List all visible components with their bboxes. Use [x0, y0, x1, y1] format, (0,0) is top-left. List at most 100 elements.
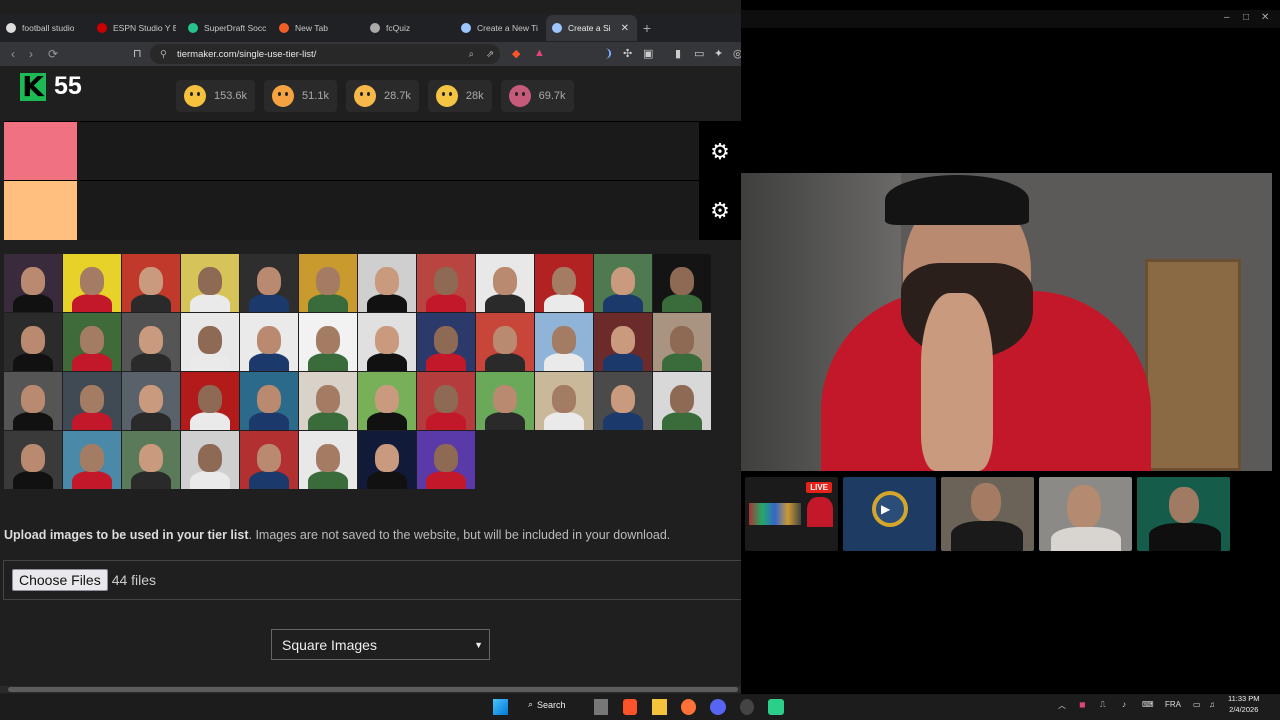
choose-files-button[interactable]: Choose Files: [12, 569, 108, 591]
cam-participant-3[interactable]: [941, 477, 1034, 551]
new-tab-icon[interactable]: +: [637, 20, 657, 36]
tier-image-item[interactable]: [535, 254, 593, 312]
tier-image-item[interactable]: [4, 313, 62, 371]
keyboard-icon[interactable]: ⌨: [1142, 700, 1154, 709]
brave-taskbar-icon[interactable]: [623, 699, 637, 715]
browser-tab[interactable]: fcQuiz: [364, 15, 455, 41]
tray-app-icon[interactable]: ◼: [1079, 700, 1086, 709]
tier-image-item[interactable]: [63, 313, 121, 371]
tier-image-item[interactable]: [594, 254, 652, 312]
horizontal-scrollbar[interactable]: [0, 686, 741, 693]
taskbar-clock[interactable]: 11:33 PM 2/4/2026: [1228, 693, 1260, 715]
file-input[interactable]: Choose Files 44 files: [3, 560, 741, 600]
tier-image-item[interactable]: [240, 254, 298, 312]
browser-tab[interactable]: SuperDraft Socc: [182, 15, 273, 41]
reaction-button[interactable]: 28.7k: [345, 80, 419, 112]
brave-shield-icon[interactable]: ◆: [512, 47, 520, 60]
back-icon[interactable]: ‹: [4, 47, 22, 61]
tier-image-item[interactable]: [63, 254, 121, 312]
tier-image-item[interactable]: [476, 372, 534, 430]
microphone-icon[interactable]: ♪: [1122, 700, 1126, 709]
browser-tab[interactable]: New Tab: [273, 15, 364, 41]
screenshot-icon[interactable]: ▣: [643, 47, 653, 60]
tier-image-item[interactable]: [181, 313, 239, 371]
tier-drop-zone-1[interactable]: [77, 122, 699, 181]
menu-icon[interactable]: ◎: [733, 47, 741, 60]
image-shape-select[interactable]: Square Images ▼: [271, 629, 490, 660]
tier-image-item[interactable]: [181, 372, 239, 430]
tier-label-2[interactable]: [4, 181, 77, 240]
browser-tab[interactable]: Create a Si ✕: [546, 15, 637, 41]
obs-icon[interactable]: [740, 699, 754, 715]
tier-image-item[interactable]: [63, 372, 121, 430]
tier-image-item[interactable]: [181, 254, 239, 312]
taskbar-search[interactable]: ⌕ Search: [528, 699, 566, 710]
tier-image-item[interactable]: [476, 313, 534, 371]
cam-participant-5[interactable]: [1137, 477, 1230, 551]
forward-icon[interactable]: ›: [22, 47, 40, 61]
tier-image-item[interactable]: [4, 372, 62, 430]
tier-image-item[interactable]: [4, 431, 62, 489]
tier-image-item[interactable]: [594, 372, 652, 430]
discord-icon[interactable]: [710, 699, 726, 715]
tier-drop-zone-2[interactable]: [77, 181, 699, 240]
reload-icon[interactable]: ⟳: [44, 47, 62, 61]
site-info-icon[interactable]: ⚲: [160, 49, 167, 60]
minimize-icon[interactable]: –: [1224, 12, 1230, 23]
usb-icon[interactable]: ⎍: [1100, 700, 1106, 710]
zoom-icon[interactable]: ⌕: [469, 49, 474, 60]
tier-image-item[interactable]: [63, 431, 121, 489]
tier-image-item[interactable]: [122, 372, 180, 430]
cam-participant-2[interactable]: ▶: [843, 477, 936, 551]
tier-image-item[interactable]: [299, 372, 357, 430]
tier-image-item[interactable]: [240, 313, 298, 371]
tier-image-item[interactable]: [535, 372, 593, 430]
tier-image-item[interactable]: [653, 372, 711, 430]
tier-image-item[interactable]: [240, 372, 298, 430]
wallet-icon[interactable]: ❩: [604, 47, 613, 60]
tier-image-item[interactable]: [358, 431, 416, 489]
start-icon[interactable]: [493, 699, 508, 715]
maximize-icon[interactable]: □: [1243, 12, 1249, 23]
scrollbar-thumb[interactable]: [8, 687, 738, 692]
tier-image-item[interactable]: [358, 313, 416, 371]
cam-participant-4[interactable]: [1039, 477, 1132, 551]
tier-image-item[interactable]: [181, 431, 239, 489]
task-view-icon[interactable]: [594, 699, 608, 715]
address-bar[interactable]: ⚲ tiermaker.com/single-use-tier-list/ ⌕ …: [150, 44, 500, 64]
firefox-icon[interactable]: [681, 699, 696, 715]
tier-image-item[interactable]: [122, 254, 180, 312]
meet-icon[interactable]: [768, 699, 784, 715]
tier-image-item[interactable]: [653, 313, 711, 371]
tier-image-item[interactable]: [417, 431, 475, 489]
rewards-icon[interactable]: ▲: [534, 47, 545, 59]
tier-image-item[interactable]: [417, 254, 475, 312]
browser-tab[interactable]: ESPN Studio Y B: [91, 15, 182, 41]
extensions-icon[interactable]: ✣: [623, 47, 632, 60]
reaction-button[interactable]: 69.7k: [500, 80, 574, 112]
tier-label-1[interactable]: [4, 122, 77, 181]
tiermaker-logo[interactable]: K 55: [20, 72, 82, 101]
tier-image-item[interactable]: [299, 313, 357, 371]
tier-settings-2[interactable]: ⚙: [699, 181, 741, 240]
reaction-button[interactable]: 153.6k: [176, 80, 256, 112]
tier-image-item[interactable]: [4, 254, 62, 312]
tier-image-item[interactable]: [358, 254, 416, 312]
tier-image-item[interactable]: [299, 254, 357, 312]
bookmark-icon[interactable]: ⊓: [133, 47, 142, 60]
tier-image-item[interactable]: [476, 254, 534, 312]
tier-image-item[interactable]: [653, 254, 711, 312]
tier-image-item[interactable]: [299, 431, 357, 489]
chevron-up-icon[interactable]: ︿: [1058, 700, 1066, 711]
browser-tab[interactable]: football studio: [0, 15, 91, 41]
tier-image-item[interactable]: [417, 313, 475, 371]
network-icon[interactable]: ▭: [1193, 700, 1201, 709]
language-indicator[interactable]: FRA: [1165, 700, 1181, 709]
close-icon[interactable]: ✕: [1261, 12, 1269, 23]
tier-image-item[interactable]: [535, 313, 593, 371]
tier-image-item[interactable]: [122, 431, 180, 489]
tier-image-item[interactable]: [594, 313, 652, 371]
reaction-button[interactable]: 28k: [427, 80, 492, 112]
sidebar-icon[interactable]: ▮: [675, 47, 681, 60]
tier-image-item[interactable]: [358, 372, 416, 430]
